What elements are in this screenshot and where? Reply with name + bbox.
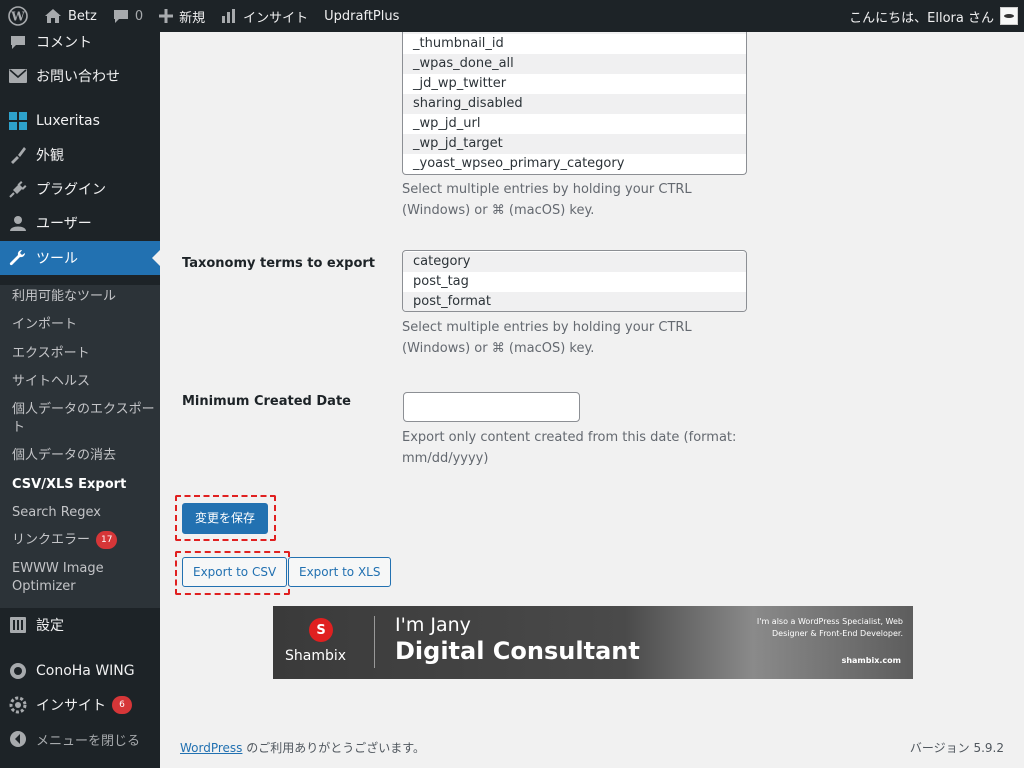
- banner-brand: Shambix: [285, 648, 347, 664]
- paintbrush-icon: [8, 145, 28, 165]
- banner-note: I'm also a WordPress Specialist, Web Des…: [756, 617, 903, 638]
- comments-count: 0: [134, 8, 144, 24]
- footer-thanks-text: のご利用ありがとうございます。: [242, 741, 426, 755]
- updraftplus-link[interactable]: UpdraftPlus: [316, 0, 407, 32]
- avatar: [1000, 7, 1018, 25]
- insight-label: インサイト: [243, 10, 309, 26]
- meta-key-option[interactable]: _thumbnail_id: [403, 34, 746, 54]
- menu-conoha-wing[interactable]: ConoHa WING: [0, 654, 160, 688]
- comment-bubble-icon: [8, 32, 28, 52]
- plug-icon: [8, 179, 28, 199]
- conoha-icon: [8, 661, 28, 681]
- submenu-erase-personal-data[interactable]: 個人データの消去: [12, 447, 156, 465]
- taxonomy-help: Select multiple entries by holding your …: [402, 320, 692, 356]
- meta-keys-select[interactable]: _thumbnail_id _wpas_done_all _jd_wp_twit…: [402, 32, 747, 175]
- menu-contact-label: お問い合わせ: [36, 69, 120, 85]
- taxonomy-option[interactable]: post_tag: [403, 272, 746, 292]
- comment-bubble-icon: [113, 8, 129, 24]
- submenu-search-regex[interactable]: Search Regex: [12, 504, 156, 522]
- meta-key-option[interactable]: sharing_disabled: [403, 94, 746, 114]
- link-errors-badge: 17: [96, 531, 118, 549]
- updraftplus-label: UpdraftPlus: [324, 8, 400, 24]
- menu-users[interactable]: ユーザー: [0, 206, 160, 240]
- user-icon: [8, 213, 28, 233]
- submenu-csv-xls-export[interactable]: CSV/XLS Export: [12, 476, 156, 494]
- min-date-label: Minimum Created Date: [182, 394, 351, 409]
- meta-keys-help: Select multiple entries by holding your …: [402, 182, 692, 218]
- banner-greeting: I'm Jany: [395, 614, 471, 636]
- collapse-arrow-icon: [8, 729, 28, 749]
- grid-icon: [8, 111, 28, 131]
- home-icon: [44, 8, 62, 24]
- submenu-export[interactable]: エクスポート: [12, 345, 156, 363]
- menu-insight[interactable]: インサイト 6: [0, 688, 160, 722]
- submenu-ewww-image-optimizer[interactable]: EWWW Image Optimizer: [12, 560, 156, 596]
- menu-comments-label: コメント: [36, 35, 92, 51]
- meta-key-option[interactable]: _jd_wp_twitter: [403, 74, 746, 94]
- export-csv-button[interactable]: Export to CSV: [182, 557, 288, 587]
- min-date-help: Export only content created from this da…: [402, 430, 737, 466]
- menu-conoha-wing-label: ConoHa WING: [36, 663, 135, 679]
- meta-key-option[interactable]: _wp_jd_target: [403, 134, 746, 154]
- menu-luxeritas[interactable]: Luxeritas: [0, 104, 160, 138]
- submenu-import[interactable]: インポート: [12, 316, 156, 334]
- collapse-menu-button[interactable]: メニューを閉じる: [0, 722, 160, 756]
- taxonomy-option[interactable]: post_format: [403, 292, 746, 311]
- menu-plugins-label: プラグイン: [36, 182, 106, 198]
- menu-luxeritas-label: Luxeritas: [36, 113, 100, 129]
- greeting: こんにちは、Ellora さん: [849, 10, 994, 26]
- banner-site: shambix.com: [841, 656, 901, 665]
- min-date-input[interactable]: [403, 392, 580, 422]
- plus-icon: [159, 9, 174, 23]
- insight-badge: 6: [112, 696, 132, 714]
- gear-icon: [8, 695, 28, 715]
- export-xls-button[interactable]: Export to XLS: [288, 557, 392, 587]
- menu-insight-label: インサイト: [36, 698, 106, 714]
- meta-key-option[interactable]: _yoast_wpseo_primary_category: [403, 154, 746, 174]
- wrench-icon: [8, 248, 28, 268]
- main-content: _thumbnail_id _wpas_done_all _jd_wp_twit…: [160, 32, 1024, 768]
- insight-link[interactable]: インサイト: [213, 0, 316, 32]
- svg-text:W: W: [10, 10, 25, 24]
- footer-version: バージョン 5.9.2: [909, 741, 1004, 755]
- menu-plugins[interactable]: プラグイン: [0, 172, 160, 206]
- menu-appearance[interactable]: 外観: [0, 138, 160, 172]
- menu-tools-label: ツール: [36, 251, 78, 267]
- shambix-logo-icon: S: [309, 618, 333, 642]
- sliders-icon: [8, 615, 28, 635]
- tools-submenu: 利用可能なツール インポート エクスポート サイトヘルス 個人データのエクスポー…: [0, 285, 160, 608]
- collapse-menu-label: メニューを閉じる: [36, 733, 141, 749]
- wordpress-link[interactable]: WordPress: [180, 741, 242, 755]
- menu-comments[interactable]: コメント: [0, 25, 160, 59]
- menu-settings-label: 設定: [36, 618, 64, 634]
- submenu-site-health[interactable]: サイトヘルス: [12, 373, 156, 391]
- bar-chart-icon: [221, 8, 237, 24]
- site-name: Betz: [68, 8, 97, 24]
- banner-divider: [374, 616, 375, 668]
- meta-key-option[interactable]: _wpas_done_all: [403, 54, 746, 74]
- menu-tools[interactable]: ツール: [0, 241, 160, 275]
- submenu-export-personal-data[interactable]: 個人データのエクスポート: [12, 401, 156, 437]
- new-content-link[interactable]: 新規: [151, 0, 213, 32]
- menu-contact[interactable]: お問い合わせ: [0, 59, 160, 93]
- meta-key-option[interactable]: _wp_jd_url: [403, 114, 746, 134]
- submenu-link-errors[interactable]: リンクエラー 17: [12, 531, 156, 550]
- admin-menu: コメント お問い合わせ Luxeritas 外観 プラグイン ユーザー ツール …: [0, 32, 160, 768]
- shambix-banner[interactable]: S Shambix I'm Jany Digital Consultant I'…: [273, 606, 913, 679]
- submenu-link-errors-label: リンクエラー: [12, 532, 91, 548]
- my-account-link[interactable]: こんにちは、Ellora さん: [841, 0, 1024, 32]
- submenu-available-tools[interactable]: 利用可能なツール: [12, 288, 156, 306]
- footer-thanks: WordPress のご利用ありがとうございます。: [180, 739, 425, 756]
- menu-appearance-label: 外観: [36, 148, 64, 164]
- envelope-icon: [8, 66, 28, 86]
- new-label: 新規: [179, 10, 206, 26]
- menu-users-label: ユーザー: [36, 216, 92, 232]
- taxonomy-option[interactable]: category: [403, 252, 746, 272]
- taxonomy-label: Taxonomy terms to export: [182, 256, 376, 271]
- save-changes-button[interactable]: 変更を保存: [182, 503, 269, 534]
- taxonomy-select[interactable]: category post_tag post_format: [402, 250, 747, 312]
- banner-title: Digital Consultant: [395, 637, 640, 665]
- menu-settings[interactable]: 設定: [0, 608, 160, 642]
